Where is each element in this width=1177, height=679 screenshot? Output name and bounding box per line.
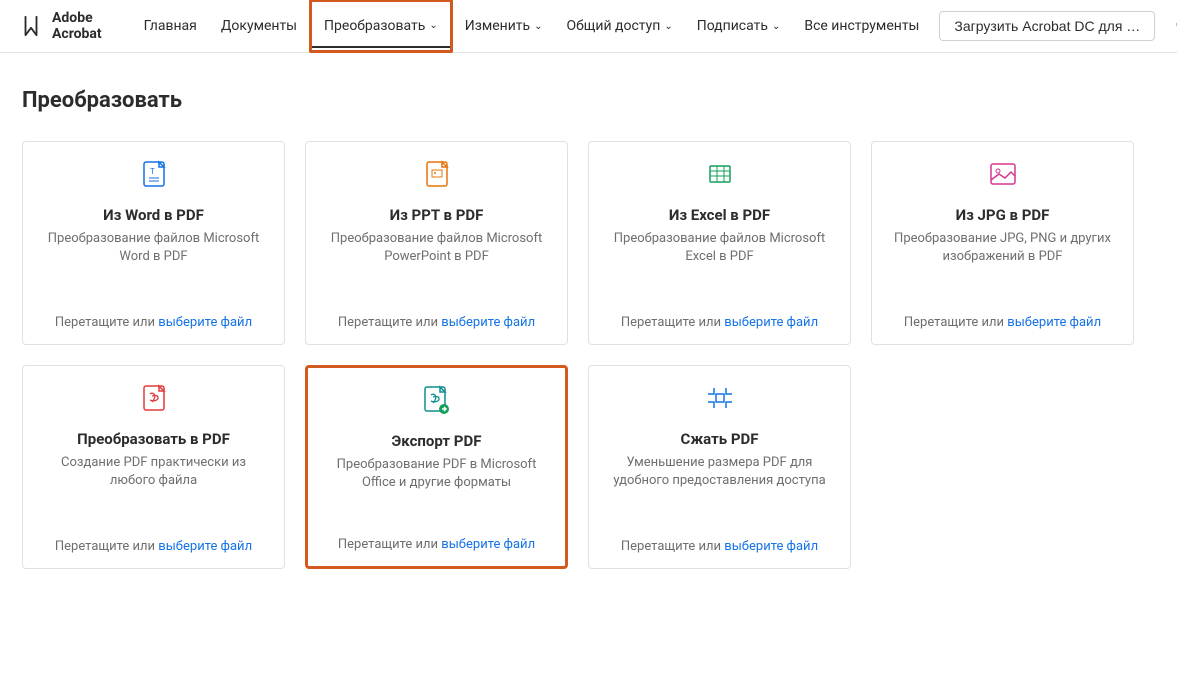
image-file-icon	[989, 160, 1017, 188]
download-acrobat-button[interactable]: Загрузить Acrobat DC для …	[939, 11, 1155, 41]
card-desc: Преобразование PDF в Microsoft Office и …	[322, 456, 551, 537]
card-title: Из PPT в PDF	[390, 206, 484, 224]
card-export-pdf[interactable]: Экспорт PDF Преобразование PDF в Microso…	[305, 365, 568, 569]
select-file-link[interactable]: выберите файл	[724, 539, 818, 554]
card-excel-to-pdf[interactable]: Из Excel в PDF Преобразование файлов Mic…	[588, 141, 851, 345]
chevron-down-icon: ⌄	[429, 20, 437, 31]
nav-label: Подписать	[697, 18, 768, 34]
nav-sign[interactable]: Подписать ⌄	[685, 0, 793, 53]
card-desc: Преобразование файлов Microsoft PowerPoi…	[320, 230, 553, 315]
brand-name: Adobe Acrobat	[52, 10, 102, 42]
export-pdf-icon	[423, 386, 451, 414]
card-desc: Преобразование JPG, PNG и других изображ…	[886, 230, 1119, 315]
main-nav: Главная Документы Преобразовать ⌄ Измени…	[132, 0, 1156, 53]
chevron-down-icon: ⌄	[772, 21, 780, 32]
nav-edit[interactable]: Изменить ⌄	[453, 0, 555, 53]
drag-text: Перетащите или	[621, 539, 724, 554]
card-title: Из Excel в PDF	[669, 206, 770, 224]
pdf-file-icon	[142, 384, 166, 412]
drag-text: Перетащите или	[55, 315, 158, 330]
card-title: Экспорт PDF	[392, 432, 482, 450]
card-dropzone: Перетащите или выберите файл	[621, 539, 818, 554]
select-file-link[interactable]: выберите файл	[158, 539, 252, 554]
drag-text: Перетащите или	[621, 315, 724, 330]
card-desc: Уменьшение размера PDF для удобного пред…	[603, 454, 836, 539]
select-file-link[interactable]: выберите файл	[441, 315, 535, 330]
page-title: Преобразовать	[22, 88, 1155, 113]
card-dropzone: Перетащите или выберите файл	[904, 315, 1101, 330]
ppt-file-icon	[425, 160, 449, 188]
card-title: Преобразовать в PDF	[77, 430, 230, 448]
card-title: Из JPG в PDF	[956, 206, 1050, 224]
adobe-acrobat-logo-icon	[20, 15, 42, 37]
chevron-down-icon: ⌄	[534, 21, 542, 32]
card-dropzone: Перетащите или выберите файл	[55, 539, 252, 554]
drag-text: Перетащите или	[338, 315, 441, 330]
card-compress-pdf[interactable]: Сжать PDF Уменьшение размера PDF для удо…	[588, 365, 851, 569]
card-dropzone: Перетащите или выберите файл	[55, 315, 252, 330]
nav-share[interactable]: Общий доступ ⌄	[555, 0, 685, 53]
app-header: Adobe Acrobat Главная Документы Преобраз…	[0, 0, 1177, 53]
nav-all-tools[interactable]: Все инструменты	[792, 0, 931, 53]
card-title: Из Word в PDF	[103, 206, 204, 224]
card-dropzone: Перетащите или выберите файл	[621, 315, 818, 330]
word-file-icon: T	[142, 160, 166, 188]
card-title: Сжать PDF	[681, 430, 759, 448]
select-file-link[interactable]: выберите файл	[158, 315, 252, 330]
select-file-link[interactable]: выберите файл	[1007, 315, 1101, 330]
compress-pdf-icon	[706, 384, 734, 412]
card-jpg-to-pdf[interactable]: Из JPG в PDF Преобразование JPG, PNG и д…	[871, 141, 1134, 345]
nav-label: Главная	[144, 18, 197, 34]
nav-label: Общий доступ	[567, 18, 661, 34]
nav-label: Документы	[221, 18, 297, 34]
select-file-link[interactable]: выберите файл	[441, 537, 535, 552]
nav-convert[interactable]: Преобразовать ⌄	[309, 0, 453, 53]
drag-text: Перетащите или	[904, 315, 1007, 330]
card-convert-to-pdf[interactable]: Преобразовать в PDF Создание PDF практич…	[22, 365, 285, 569]
card-word-to-pdf[interactable]: T Из Word в PDF Преобразование файлов Mi…	[22, 141, 285, 345]
chevron-down-icon: ⌄	[664, 21, 672, 32]
brand-section: Adobe Acrobat	[20, 10, 102, 42]
nav-label: Преобразовать	[324, 18, 425, 34]
drag-text: Перетащите или	[55, 539, 158, 554]
nav-label: Все инструменты	[804, 18, 919, 34]
card-dropzone: Перетащите или выберите файл	[338, 315, 535, 330]
card-desc: Преобразование файлов Microsoft Excel в …	[603, 230, 836, 315]
nav-documents[interactable]: Документы	[209, 0, 309, 53]
content-area: Преобразовать T Из Word в PDF Преобразов…	[0, 53, 1177, 604]
select-file-link[interactable]: выберите файл	[724, 315, 818, 330]
drag-text: Перетащите или	[338, 537, 441, 552]
card-dropzone: Перетащите или выберите файл	[338, 537, 535, 552]
card-desc: Преобразование файлов Microsoft Word в P…	[37, 230, 270, 315]
cards-grid: T Из Word в PDF Преобразование файлов Mi…	[22, 141, 1155, 569]
excel-file-icon	[708, 160, 732, 188]
nav-label: Изменить	[465, 18, 530, 34]
card-ppt-to-pdf[interactable]: Из PPT в PDF Преобразование файлов Micro…	[305, 141, 568, 345]
nav-home[interactable]: Главная	[132, 0, 209, 53]
card-desc: Создание PDF практически из любого файла	[37, 454, 270, 539]
svg-text:T: T	[150, 167, 155, 176]
